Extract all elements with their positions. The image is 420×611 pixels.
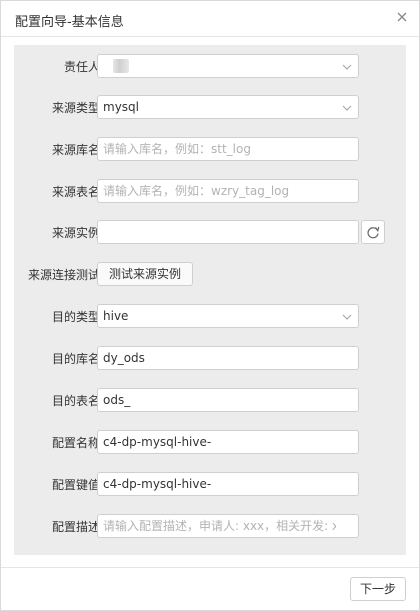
chevron-down-icon [342,104,352,112]
config-name-row: 配置名称: [14,430,406,454]
source-table-row: 来源表名: [14,179,406,203]
source-instance-row: 来源实例: [14,220,406,244]
owner-row: 责任人: [14,54,406,78]
chevron-down-icon [342,313,352,321]
config-key-row: 配置键值: [14,472,406,496]
source-type-value: mysql [103,100,139,114]
config-name-input[interactable] [97,430,359,454]
target-table-row: 目的表名: [14,388,406,412]
config-desc-row: 配置描述: [14,514,406,538]
source-db-row: 来源库名: [14,137,406,161]
connection-test-label: 来源连接测试: [27,268,104,282]
chevron-down-icon [342,63,352,71]
source-table-input[interactable] [97,179,359,203]
source-type-row: 来源类型: mysql [14,95,406,119]
target-type-select[interactable]: hive [97,304,359,328]
config-desc-input[interactable] [97,514,359,538]
close-icon[interactable] [395,10,411,26]
owner-avatar-blurred [113,59,129,73]
config-wizard-dialog: 配置向导-基本信息 责任人: 来源类型: mysql 来源库名: 请输入库名，例… [0,0,420,611]
source-type-select[interactable]: mysql [97,95,359,119]
target-type-value: hive [103,309,129,323]
target-type-row: 目的类型: hive [14,304,406,328]
target-db-row: 目的库名: [14,346,406,370]
test-source-instance-button[interactable]: 测试来源实例 [97,262,193,286]
target-db-input[interactable] [97,346,359,370]
config-key-input[interactable] [97,472,359,496]
owner-select[interactable] [97,54,359,78]
dialog-title: 配置向导-基本信息 [15,15,124,30]
target-table-input[interactable] [97,388,359,412]
dialog-footer: 下一步 [1,567,419,611]
form-panel: 责任人: 来源类型: mysql 来源库名: 请输入库名，例如：stt_log … [14,45,406,555]
next-step-button[interactable]: 下一步 [350,577,406,601]
dialog-header: 配置向导-基本信息 [1,1,419,37]
source-db-input[interactable] [97,137,359,161]
source-instance-input[interactable] [97,220,359,244]
connection-test-row: 来源连接测试: 测试来源实例 [14,262,406,286]
refresh-icon[interactable] [361,220,385,244]
